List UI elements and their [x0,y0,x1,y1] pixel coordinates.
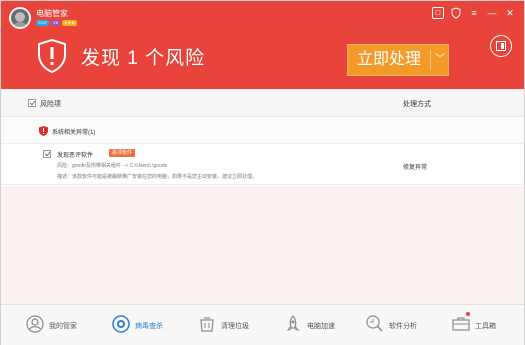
item-risk-path: 风险：goode及附带相关组件 --> C:\Users\ \goode [57,163,168,169]
bottom-nav: 我的管家 病毒查杀 清理垃圾 电脑加速 软件分析 工具箱 [1,304,524,345]
item-name: 发现恶评软件 [57,153,94,159]
nav-label: 工具箱 [475,323,496,330]
star-badge[interactable]: ★★★ [62,20,77,26]
svip-badge[interactable]: SVIP [36,20,50,26]
trash-clean-icon [200,317,214,332]
group-label: 系统相关异常(1) [52,130,96,136]
header-banner: 电脑管家 SVIP V6 ★★★ ▢ ≡ — ✕ 发现 1 个风险 立即处理 ﹀ [1,1,524,89]
empty-content-area [1,186,524,304]
window-controls: ▢ ≡ — ✕ [432,7,516,19]
virus-scan-icon [112,315,130,333]
nav-label: 电脑加速 [307,323,335,330]
fix-now-button-group: 立即处理 ﹀ [347,44,449,76]
fix-now-button[interactable]: 立即处理 [348,45,430,75]
table-row: 发现恶评软件 恶评软件 风险：goode及附带相关组件 --> C:\Users… [1,145,524,185]
shield-small-icon[interactable] [450,7,462,19]
minimize-icon[interactable]: — [486,7,498,19]
column-header-action: 处理方式 [403,101,431,108]
rocket-icon [286,315,300,331]
level-badge[interactable]: V6 [51,20,61,26]
column-header-risk: 风险项 [40,101,61,108]
home-icon [26,315,44,333]
item-tag-badge: 恶评软件 [109,149,136,157]
group-row[interactable]: 系统相关异常(1) [1,118,524,144]
chevron-down-icon[interactable]: ﹀ [432,45,448,75]
select-all-checkbox[interactable] [28,99,36,107]
warning-shield-icon [39,126,48,136]
warning-shield-icon [38,39,66,73]
side-panel-icon[interactable] [490,35,512,57]
toolbox-icon [452,317,470,331]
nav-label: 我的管家 [49,323,77,330]
nav-label: 病毒查杀 [135,323,163,330]
table-header: 风险项 处理方式 [1,89,524,117]
close-icon[interactable]: ✕ [504,7,516,19]
app-title: 电脑管家 [36,9,68,18]
menu-icon[interactable]: ≡ [468,7,480,19]
nav-label: 软件分析 [389,323,417,330]
avatar[interactable] [9,7,31,29]
item-description: 描述：该款软件可能是被静默推广安装在您的电脑，如果不是您主动安装，建议立即处理。 [57,174,258,180]
item-checkbox[interactable] [43,150,51,158]
notification-dot [466,312,470,316]
repair-action-link[interactable]: 修复异常 [403,162,427,171]
software-analysis-icon [366,315,383,332]
skin-icon[interactable]: ▢ [432,7,444,19]
app-window: 电脑管家 SVIP V6 ★★★ ▢ ≡ — ✕ 发现 1 个风险 立即处理 ﹀ [0,0,525,345]
nav-label: 清理垃圾 [221,323,249,330]
button-divider [430,50,431,70]
user-badges: SVIP V6 ★★★ [36,20,77,26]
risk-headline: 发现 1 个风险 [81,48,206,69]
